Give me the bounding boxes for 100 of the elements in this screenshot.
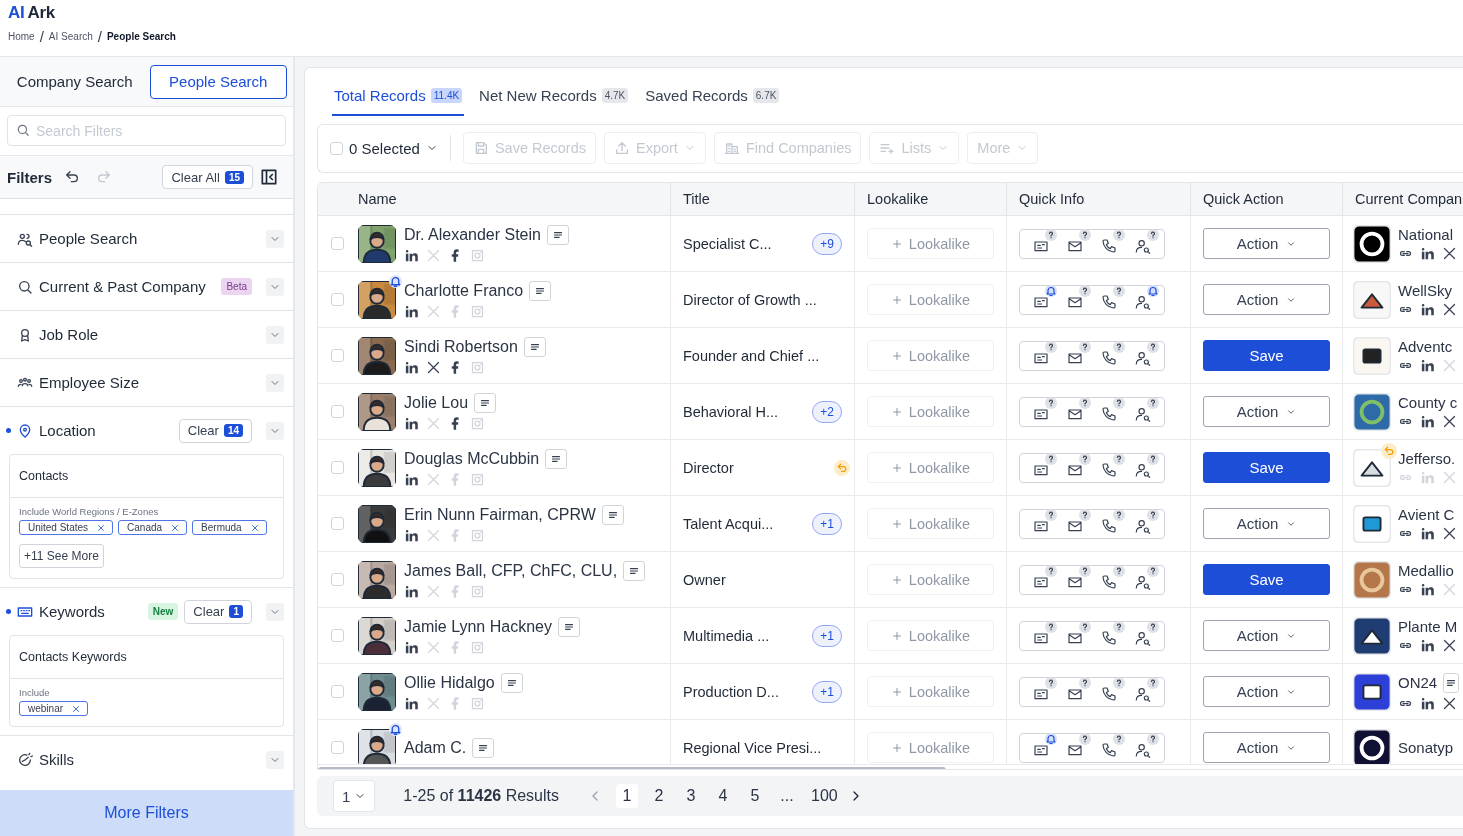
phone-icon[interactable] — [1101, 406, 1117, 423]
linkedin-icon[interactable] — [1420, 246, 1435, 262]
action-button[interactable]: Action — [1203, 676, 1330, 708]
page-number[interactable]: 100 — [808, 784, 841, 809]
row-checkbox[interactable] — [331, 293, 344, 307]
notes-button[interactable] — [557, 616, 580, 637]
phone-icon[interactable] — [1101, 294, 1117, 311]
notes-button[interactable] — [500, 672, 523, 693]
x-logo-icon[interactable] — [1442, 302, 1457, 318]
person-name[interactable]: Jolie Lou — [404, 393, 469, 412]
filter-section-title[interactable]: Keywords — [39, 603, 142, 620]
phone-icon[interactable] — [1101, 686, 1117, 703]
more-titles-badge[interactable]: +9 — [812, 232, 842, 255]
linkedin-icon[interactable] — [1420, 526, 1435, 542]
notes-button[interactable] — [601, 504, 624, 525]
page-number[interactable]: ... — [776, 784, 798, 809]
breadcrumb-link[interactable]: AI Search — [48, 31, 93, 42]
linkedin-icon[interactable] — [1420, 414, 1435, 430]
phone-icon[interactable] — [1101, 238, 1117, 255]
linkedin-icon[interactable] — [404, 695, 419, 711]
person-name[interactable]: Douglas McCubbin — [404, 449, 540, 468]
company-name[interactable]: Jefferso. — [1398, 450, 1456, 468]
clear-button[interactable]: Clear 1 — [184, 599, 252, 624]
clear-all-button[interactable]: Clear All 15 — [162, 165, 253, 189]
action-button[interactable]: Action — [1203, 284, 1330, 316]
linkedin-icon[interactable] — [404, 471, 419, 487]
remove-icon[interactable] — [71, 703, 82, 714]
action-button[interactable]: Action — [1203, 508, 1330, 540]
filter-section-title[interactable]: Location — [39, 422, 173, 439]
linkedin-icon[interactable] — [404, 247, 419, 263]
x-logo-icon[interactable] — [1442, 414, 1457, 430]
more-titles-badge[interactable]: +1 — [812, 680, 842, 703]
notes-button[interactable] — [529, 280, 552, 301]
filter-chip[interactable]: webinar — [19, 701, 89, 716]
linkedin-icon[interactable] — [1420, 582, 1435, 598]
linkedin-icon[interactable] — [1420, 358, 1435, 374]
search-field[interactable]: Search Filters — [7, 115, 286, 146]
person-name[interactable]: Sindi Robertson — [404, 337, 518, 356]
person-name[interactable]: Dr. Alexander Stein — [404, 225, 541, 244]
row-checkbox[interactable] — [331, 405, 344, 419]
filter-section-title[interactable]: Current & Past Company — [39, 278, 216, 295]
linkedin-icon[interactable] — [404, 359, 419, 375]
phone-icon[interactable] — [1101, 630, 1117, 647]
more-titles-badge[interactable]: +1 — [812, 624, 842, 647]
company-name[interactable]: Plante M — [1398, 618, 1458, 636]
page-number[interactable]: 4 — [712, 784, 734, 809]
linkedin-icon[interactable] — [404, 639, 419, 655]
notes-button[interactable] — [545, 448, 568, 469]
row-checkbox[interactable] — [331, 685, 344, 699]
person-search-icon[interactable] — [1135, 630, 1151, 647]
x-logo-icon[interactable] — [426, 359, 441, 375]
company-name[interactable]: County c — [1398, 394, 1458, 412]
more-titles-badge[interactable]: +2 — [812, 400, 842, 423]
person-search-icon[interactable] — [1135, 294, 1151, 311]
page-number[interactable]: 2 — [648, 784, 670, 809]
page-number[interactable]: 5 — [744, 784, 766, 809]
action-button[interactable]: Save — [1203, 340, 1330, 372]
person-name[interactable]: James Ball, CFP, ChFC, CLU, — [404, 561, 618, 580]
records-tab[interactable]: Saved Records 6.7K — [643, 84, 782, 116]
action-button[interactable]: Action — [1203, 732, 1330, 764]
notes-button[interactable] — [623, 560, 646, 581]
records-tab[interactable]: Net New Records 4.7K — [477, 84, 631, 116]
mode-tab[interactable]: Company Search — [6, 64, 144, 99]
phone-icon[interactable] — [1101, 350, 1117, 367]
action-button[interactable]: Action — [1203, 396, 1330, 428]
company-name[interactable]: WellSky — [1398, 282, 1452, 300]
notes-button[interactable] — [523, 336, 546, 357]
filter-section-title[interactable]: Employee Size — [39, 374, 252, 391]
linkedin-icon[interactable] — [404, 583, 419, 599]
records-tab[interactable]: Total Records 11.4K — [332, 84, 465, 116]
row-checkbox[interactable] — [331, 349, 344, 363]
person-search-icon[interactable] — [1135, 350, 1151, 367]
filter-section-title[interactable]: Skills — [39, 751, 252, 768]
row-checkbox[interactable] — [331, 629, 344, 643]
x-logo-icon[interactable] — [1442, 638, 1457, 654]
remove-icon[interactable] — [96, 522, 107, 533]
person-search-icon[interactable] — [1135, 742, 1151, 759]
person-search-icon[interactable] — [1135, 686, 1151, 703]
person-name[interactable]: Ollie Hidalgo — [404, 673, 495, 692]
x-logo-icon[interactable] — [1442, 695, 1457, 711]
mode-tab[interactable]: People Search — [149, 64, 287, 99]
selected-count-dropdown[interactable]: 0 Selected — [349, 139, 438, 157]
collapse-panel-icon[interactable] — [259, 167, 279, 187]
clear-button[interactable]: Clear 14 — [178, 418, 252, 443]
notes-button[interactable] — [472, 737, 495, 758]
action-button[interactable]: Action — [1203, 228, 1330, 260]
linkedin-icon[interactable] — [1420, 638, 1435, 654]
linkedin-icon[interactable] — [1420, 695, 1435, 711]
row-checkbox[interactable] — [331, 741, 344, 755]
see-more-button[interactable]: +11 See More — [19, 544, 104, 568]
notes-button[interactable] — [546, 224, 569, 245]
phone-icon[interactable] — [1101, 742, 1117, 759]
linkedin-icon[interactable] — [1420, 302, 1435, 318]
notes-button[interactable] — [1443, 672, 1460, 693]
company-name[interactable]: Medallio — [1398, 562, 1454, 580]
row-checkbox[interactable] — [331, 237, 344, 251]
filter-chip[interactable]: Bermuda — [192, 520, 267, 535]
row-checkbox[interactable] — [331, 461, 344, 475]
row-checkbox[interactable] — [331, 517, 344, 531]
company-name[interactable]: National — [1398, 226, 1454, 244]
